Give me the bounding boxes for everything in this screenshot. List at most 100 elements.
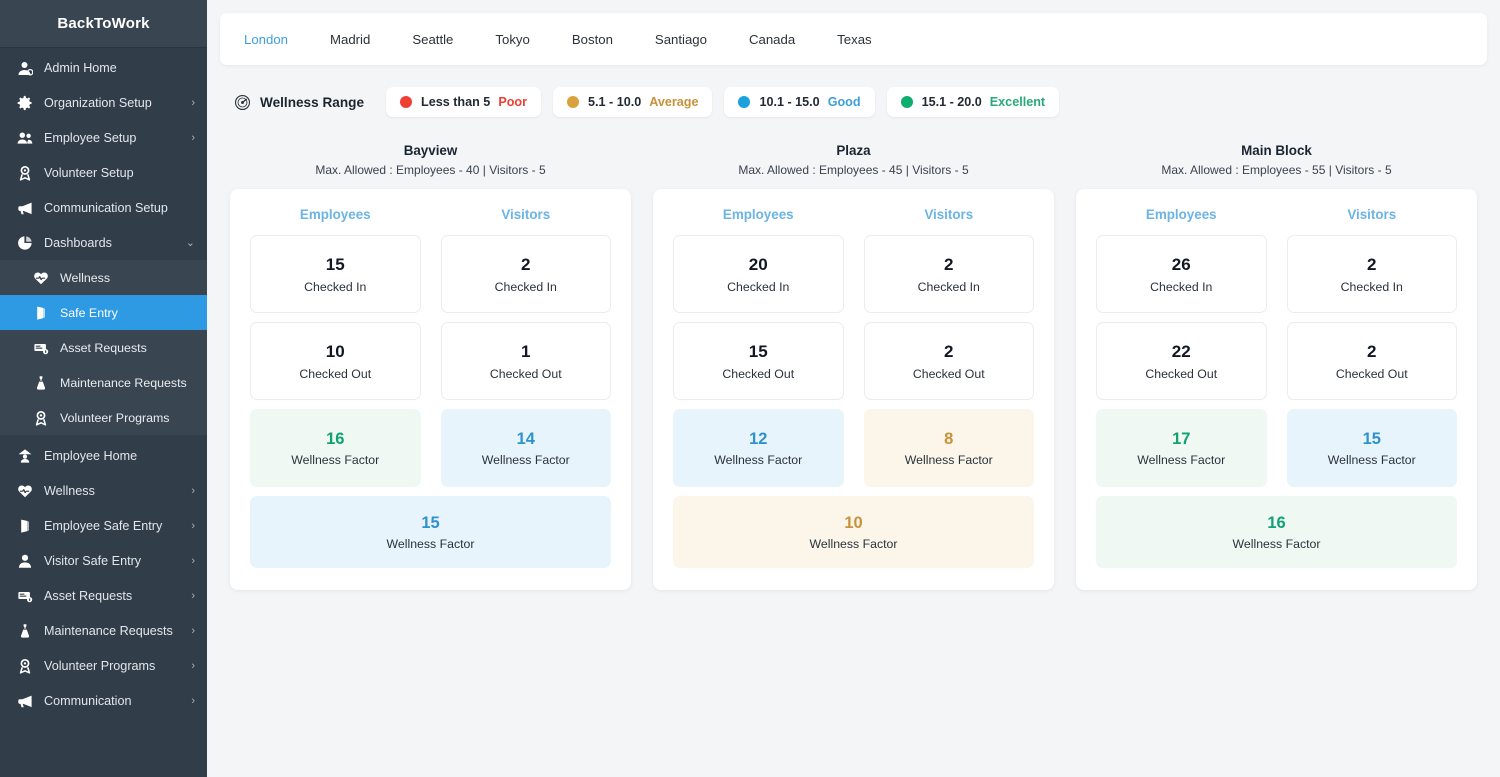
visitors-checked-in-stat: 2 Checked In [440,235,611,313]
visitors-checked-out-stat: 2 Checked Out [1286,322,1457,400]
stat-value: 2 [944,342,954,362]
sidebar-item-label: Employee Safe Entry [44,518,163,533]
stat-row-checked-in: 20 Checked In 2 Checked In [673,235,1034,313]
sidebar-item-dashboards[interactable]: Dashboards ⌄ [0,225,207,260]
overall-wellness-value: 10 [844,513,863,532]
stat-caption: Wellness Factor [481,453,570,468]
visitors-wellness-factor-stat: 15 Wellness Factor [1286,409,1457,487]
column-header-employees: Employees [722,207,794,222]
overall-wellness-factor: 10 Wellness Factor [673,496,1034,568]
stat-row-checked-in: 26 Checked In 2 Checked In [1096,235,1457,313]
city-tabbar: London Madrid Seattle Tokyo Boston Santiago Ca… [220,13,1487,65]
stat-caption: Wellness Factor [714,453,803,468]
chevron-right-icon: › [191,624,195,637]
chevron-right-icon: › [191,96,195,109]
sidebar-item-asset-requests[interactable]: Asset Requests › [0,578,207,613]
gear-icon [17,95,37,111]
employees-checked-in-stat: 20 Checked In [673,235,844,313]
stat-caption: Checked Out [722,366,795,381]
app-root: BackToWork Admin Home Organization Setup ›… [0,0,1500,777]
tab-canada[interactable]: Canada [749,32,795,47]
sidebar-item-employee-setup[interactable]: Employee Setup › [0,120,207,155]
heart-pulse-icon [33,270,53,286]
sidebar-item-employee-safe-entry[interactable]: Employee Safe Entry › [0,508,207,543]
building-capacity: Max. Allowed : Employees - 45 | Visitors… [738,163,969,177]
tab-london[interactable]: London [244,32,288,47]
sidebar-item-label: Volunteer Programs [60,410,170,425]
stat-value: 22 [1171,342,1191,362]
employees-wellness-factor-stat: 16 Wellness Factor [250,409,421,487]
stat-row-checked-out: 22 Checked Out 2 Checked Out [1096,322,1457,400]
sidebar-item-wellness[interactable]: Wellness › [0,473,207,508]
building-card-plaza: Plaza Max. Allowed : Employees - 45 | Vis… [653,143,1054,590]
column-headers: Employees Visitors [250,207,611,222]
legend-chip-good: 10.1 - 15.0 Good [724,87,875,117]
visitors-checked-in-stat: 2 Checked In [1286,235,1457,313]
door-icon [33,305,53,321]
stat-value: 20 [748,255,768,275]
overall-wellness-caption: Wellness Factor [1232,537,1321,552]
sidebar-item-admin-home[interactable]: Admin Home [0,50,207,85]
employees-checked-out-stat: 10 Checked Out [250,322,421,400]
sidebar-item-volunteer-setup[interactable]: Volunteer Setup [0,155,207,190]
legend-chip-average: 5.1 - 10.0 Average [553,87,713,117]
stat-row-checked-out: 15 Checked Out 2 Checked Out [673,322,1034,400]
stat-row-wellness-factor: 17 Wellness Factor 15 Wellness Factor [1096,409,1457,487]
sidebar-item-maintenance-requests[interactable]: Maintenance Requests › [0,613,207,648]
sidebar-item-communication-setup[interactable]: Communication Setup [0,190,207,225]
employees-wellness-factor-stat: 12 Wellness Factor [673,409,844,487]
sidebar-item-asset-requests[interactable]: Asset Requests [0,330,207,365]
tab-texas[interactable]: Texas [837,32,871,47]
stat-caption: Checked Out [299,366,372,381]
sidebar-item-organization-setup[interactable]: Organization Setup › [0,85,207,120]
stat-value: 2 [1367,255,1377,275]
building-panel: Employees Visitors 26 Checked In 2 Checked In… [1076,189,1477,590]
sidebar-item-wellness[interactable]: Wellness [0,260,207,295]
sidebar-item-volunteer-programs[interactable]: Volunteer Programs › [0,648,207,683]
sidebar-item-label: Communication Setup [44,200,168,215]
sidebar-item-label: Maintenance Requests [44,623,173,638]
sidebar-item-visitor-safe-entry[interactable]: Visitor Safe Entry › [0,543,207,578]
sidebar-item-label: Asset Requests [60,340,147,355]
overall-wellness-value: 15 [421,513,440,532]
employees-checked-in-stat: 15 Checked In [250,235,421,313]
sidebar-item-volunteer-programs[interactable]: Volunteer Programs [0,400,207,435]
sidebar-item-label: Employee Home [44,448,138,463]
chevron-right-icon: › [191,694,195,707]
home-person-icon [17,448,37,464]
tab-santiago[interactable]: Santiago [655,32,707,47]
employees-checked-out-stat: 15 Checked Out [673,322,844,400]
sidebar-item-safe-entry[interactable]: Safe Entry [0,295,207,330]
legend-dot-icon [567,96,579,108]
overall-wellness-value: 16 [1267,513,1286,532]
legend-label: Excellent [989,95,1046,109]
stat-caption: Checked Out [912,366,985,381]
sidebar-item-employee-home[interactable]: Employee Home [0,438,207,473]
legend-title: Wellness Range [234,94,364,111]
chevron-right-icon: › [191,131,195,144]
sidebar-item-label: Volunteer Setup [44,165,134,180]
stat-caption: Checked Out [489,366,562,381]
tab-seattle[interactable]: Seattle [412,32,453,47]
megaphone-icon [17,200,37,216]
building-name: Main Block [1241,143,1312,158]
stat-caption: Wellness Factor [1137,453,1226,468]
column-header-visitors: Visitors [1347,207,1397,222]
legend-range: 5.1 - 10.0 [588,95,642,109]
stat-caption: Wellness Factor [904,453,993,468]
column-header-employees: Employees [299,207,371,222]
tab-madrid[interactable]: Madrid [330,32,370,47]
employees-wellness-factor-stat: 17 Wellness Factor [1096,409,1267,487]
tab-tokyo[interactable]: Tokyo [495,32,529,47]
stat-caption: Checked In [1340,279,1403,294]
column-header-employees: Employees [1145,207,1217,222]
sidebar-item-label: Communication [44,693,132,708]
legend-range: Less than 5 [421,95,491,109]
sidebar-item-label: Organization Setup [44,95,152,110]
stat-value: 26 [1171,255,1191,275]
stat-value: 2 [521,255,531,275]
sidebar: BackToWork Admin Home Organization Setup ›… [0,0,207,777]
tab-boston[interactable]: Boston [572,32,613,47]
sidebar-item-maintenance-requests[interactable]: Maintenance Requests [0,365,207,400]
sidebar-item-communication[interactable]: Communication › [0,683,207,718]
